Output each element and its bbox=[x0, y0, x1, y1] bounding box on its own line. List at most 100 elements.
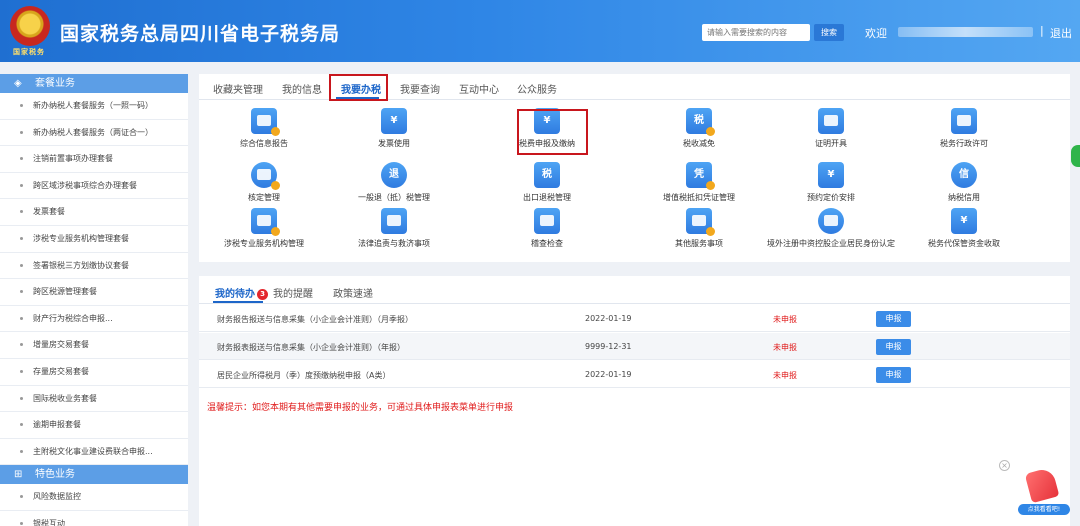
service-inspection[interactable]: 稽查检查 bbox=[482, 208, 612, 249]
service-credit[interactable]: 信纳税信用 bbox=[899, 162, 1029, 203]
fund-custody-icon: ¥ bbox=[951, 208, 977, 234]
service-export-refund[interactable]: 税出口退税管理 bbox=[482, 162, 612, 203]
sidebar-category-label: 套餐业务 bbox=[35, 78, 75, 89]
service-gavel[interactable]: 法律追责与救济事项 bbox=[329, 208, 459, 249]
service-label: 税务行政许可 bbox=[940, 139, 988, 148]
sidebar-item[interactable]: 财产行为税综合申报... bbox=[0, 306, 188, 333]
service-license[interactable]: 税务行政许可 bbox=[899, 108, 1029, 149]
sidebar-item[interactable]: 风险数据监控 bbox=[0, 484, 188, 511]
credit-icon: 信 bbox=[951, 162, 977, 188]
sidebar-item[interactable]: 新办纳税人套餐服务（一照一码） bbox=[0, 93, 188, 120]
agency-building-icon bbox=[251, 208, 280, 236]
tab-my-todo[interactable]: 我的待办 3 bbox=[215, 285, 268, 300]
heart-service-icon bbox=[686, 208, 715, 236]
icon-detail bbox=[957, 115, 971, 126]
bullet-icon bbox=[20, 210, 23, 214]
close-icon[interactable]: × bbox=[999, 460, 1010, 471]
gavel-icon bbox=[381, 208, 407, 234]
icon-glyph: 退 bbox=[389, 169, 399, 180]
sidebar-item-label: 主附税文化事业建设费联合申报... bbox=[33, 446, 153, 456]
service-fund-custody[interactable]: ¥ 税务代保管资金收取 bbox=[899, 208, 1029, 249]
declare-button[interactable]: 申报 bbox=[876, 339, 911, 355]
sidebar-item[interactable]: 增量房交易套餐 bbox=[0, 332, 188, 359]
service-label: 税收减免 bbox=[683, 139, 715, 148]
bullet-icon bbox=[20, 130, 23, 134]
icon-glyph: ¥ bbox=[390, 115, 398, 126]
sidebar-category-packages[interactable]: ◈ 套餐业务 bbox=[0, 74, 188, 93]
sidebar-category-special[interactable]: ⊞ 特色业务 bbox=[0, 465, 188, 485]
refund-icon: 退 bbox=[381, 162, 407, 188]
sidebar-item-label: 发票套餐 bbox=[33, 207, 65, 217]
welcome-text: 欢迎 bbox=[865, 27, 887, 40]
service-invoice[interactable]: ¥ 发票使用 bbox=[329, 108, 459, 149]
todo-status: 未申报 bbox=[773, 343, 797, 352]
side-float-tab[interactable] bbox=[1071, 145, 1080, 167]
bullet-icon bbox=[20, 157, 23, 161]
tab-favorites[interactable]: 收藏夹管理 bbox=[213, 81, 263, 96]
icon-badge bbox=[271, 127, 280, 136]
sidebar-item[interactable]: 新办纳税人套餐服务（两证合一） bbox=[0, 120, 188, 147]
sidebar-item-label: 注销前置事项办理套餐 bbox=[33, 154, 113, 164]
sidebar-item-label: 增量房交易套餐 bbox=[33, 340, 89, 350]
service-heart-service[interactable]: 其他服务事项 bbox=[634, 208, 764, 249]
top-header: 国家税务 国家税务总局四川省电子税务局 搜索 欢迎 | 退出 bbox=[0, 0, 1080, 62]
service-vat-voucher[interactable]: 凭增值税抵扣凭证管理 bbox=[634, 162, 764, 203]
tab-public-service[interactable]: 公众服务 bbox=[517, 81, 557, 96]
sidebar-item[interactable]: 跨区税源管理套餐 bbox=[0, 279, 188, 306]
float-widget-label: 点我看看吧! bbox=[1018, 504, 1070, 515]
sidebar-item[interactable]: 签署银税三方划缴协议套餐 bbox=[0, 253, 188, 280]
icon-detail bbox=[824, 215, 838, 226]
bullet-icon bbox=[20, 449, 23, 453]
bullet-icon bbox=[20, 521, 23, 525]
logout-link[interactable]: 退出 bbox=[1050, 25, 1072, 41]
bullet-icon bbox=[20, 369, 23, 373]
inspection-icon bbox=[534, 208, 560, 234]
sidebar-item[interactable]: 主附税文化事业建设费联合申报... bbox=[0, 439, 188, 466]
sidebar-item[interactable]: 涉税专业服务机构管理套餐 bbox=[0, 226, 188, 253]
sidebar-item-label: 存量房交易套餐 bbox=[33, 366, 89, 376]
tab-my-info[interactable]: 我的信息 bbox=[282, 81, 322, 96]
declare-button[interactable]: 申报 bbox=[876, 367, 911, 383]
service-tax-reduction[interactable]: 税税收减免 bbox=[634, 108, 764, 149]
todo-status: 未申报 bbox=[773, 315, 797, 324]
search-button[interactable]: 搜索 bbox=[814, 24, 844, 41]
service-certificate[interactable]: 证明开具 bbox=[766, 108, 896, 149]
service-report[interactable]: 综合信息报告 bbox=[199, 108, 329, 149]
icon-glyph: ¥ bbox=[827, 169, 835, 180]
service-label: 综合信息报告 bbox=[240, 139, 288, 148]
service-label: 纳税信用 bbox=[948, 193, 980, 202]
sidebar-item[interactable]: 逾期申报套餐 bbox=[0, 412, 188, 439]
tab-policy[interactable]: 政策速递 bbox=[333, 285, 373, 300]
sidebar-item[interactable]: 跨区域涉税事项综合办理套餐 bbox=[0, 173, 188, 200]
tab-query[interactable]: 我要查询 bbox=[400, 81, 440, 96]
tab-my-reminders[interactable]: 我的提醒 bbox=[273, 285, 313, 300]
sidebar-item[interactable]: 发票套餐 bbox=[0, 199, 188, 226]
site-title: 国家税务总局四川省电子税务局 bbox=[60, 23, 341, 45]
icon-detail bbox=[387, 215, 401, 226]
feedback-float-widget[interactable]: 点我看看吧! bbox=[1014, 466, 1070, 516]
service-pricing[interactable]: ¥ 预约定价安排 bbox=[766, 162, 896, 203]
sidebar-item-label: 新办纳税人套餐服务（一照一码） bbox=[33, 101, 153, 110]
icon-badge bbox=[706, 127, 715, 136]
service-approval[interactable]: 核定管理 bbox=[199, 162, 329, 203]
bullet-icon bbox=[20, 343, 23, 347]
bullet-icon bbox=[20, 104, 23, 107]
tax-reduction-icon: 税 bbox=[686, 108, 715, 136]
declare-button[interactable]: 申报 bbox=[876, 311, 911, 327]
tab-interaction[interactable]: 互动中心 bbox=[459, 81, 499, 96]
sidebar-item[interactable]: 国际税收业务套餐 bbox=[0, 386, 188, 413]
bullet-icon bbox=[20, 290, 23, 294]
search-input[interactable] bbox=[702, 24, 810, 41]
service-agency-building[interactable]: 涉税专业服务机构管理 bbox=[199, 208, 329, 249]
service-label: 法律追责与救济事项 bbox=[358, 239, 430, 248]
sidebar-item[interactable]: 银税互动 bbox=[0, 511, 188, 526]
emblem-text: 国家税务 bbox=[13, 48, 45, 56]
report-icon bbox=[251, 108, 280, 136]
sidebar-item[interactable]: 注销前置事项办理套餐 bbox=[0, 146, 188, 173]
sidebar-item[interactable]: 存量房交易套餐 bbox=[0, 359, 188, 386]
service-refund[interactable]: 退一般退（抵）税管理 bbox=[329, 162, 459, 203]
service-label: 稽查检查 bbox=[531, 239, 563, 248]
bullet-icon bbox=[20, 495, 23, 499]
license-icon bbox=[951, 108, 977, 134]
service-person[interactable]: 境外注册中资控股企业居民身份认定 bbox=[766, 208, 896, 249]
